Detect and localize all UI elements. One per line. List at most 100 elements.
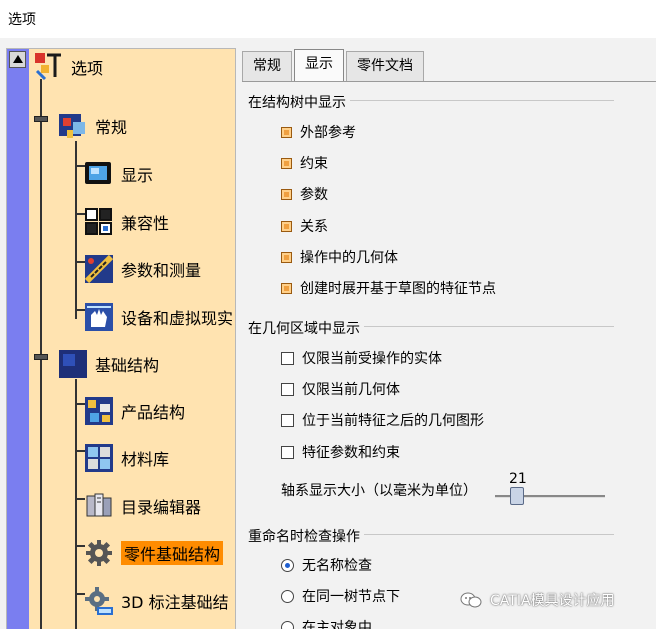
tree-item-catalog-editor[interactable]: 目录编辑器 bbox=[83, 490, 201, 522]
checkbox-relations[interactable]: 关系 bbox=[281, 216, 328, 236]
product-structure-icon bbox=[83, 395, 115, 427]
checkbox-unchecked-icon[interactable] bbox=[281, 413, 294, 427]
general-icon bbox=[57, 110, 89, 142]
tree-connector-line bbox=[75, 141, 77, 319]
checkbox-unchecked-icon[interactable] bbox=[281, 382, 294, 396]
checkbox-current-body[interactable]: 仅限当前几何体 bbox=[281, 379, 400, 399]
radio-unselected-icon[interactable] bbox=[281, 620, 294, 629]
radio-main-object[interactable]: 在主对象中 bbox=[281, 617, 372, 629]
tree-item-label: 零件基础结构 bbox=[121, 541, 224, 565]
tree-item-compatibility[interactable]: 兼容性 bbox=[83, 206, 169, 238]
display-icon bbox=[83, 158, 115, 190]
tree-item-part-infrastructure[interactable]: 零件基础结构 bbox=[83, 537, 224, 569]
checkbox-unchecked-icon[interactable] bbox=[281, 445, 294, 459]
tab-part-document[interactable]: 零件文档 bbox=[346, 51, 424, 81]
tree-item-display[interactable]: 显示 bbox=[83, 158, 153, 190]
tree-item-label: 目录编辑器 bbox=[121, 498, 202, 517]
option-label: 约束 bbox=[300, 156, 328, 172]
watermark-text: CATIA模具设计应用 bbox=[490, 593, 615, 609]
axis-size-text: 轴系显示大小（以毫米为单位） bbox=[281, 483, 477, 499]
tree-item-label: 3D 标注基础结 bbox=[121, 593, 229, 612]
options-icon bbox=[33, 51, 65, 83]
tree-item-label: 产品结构 bbox=[121, 403, 186, 422]
tree-item-label: 兼容性 bbox=[121, 214, 170, 233]
collapse-infrastructure-button[interactable] bbox=[34, 354, 48, 360]
tree-item-options[interactable]: 选项 bbox=[33, 51, 103, 83]
compatibility-icon bbox=[83, 206, 115, 238]
parameters-measure-icon bbox=[83, 253, 115, 285]
radio-unselected-icon[interactable] bbox=[281, 589, 294, 603]
radio-selected-icon[interactable] bbox=[281, 558, 294, 572]
option-label: 关系 bbox=[300, 219, 328, 235]
checkbox-geometry-after-current[interactable]: 位于当前特征之后的几何图形 bbox=[281, 410, 484, 430]
part-infrastructure-gear-icon bbox=[83, 537, 115, 569]
checkbox-checked-icon[interactable] bbox=[281, 126, 292, 138]
tree-item-parameters-measure[interactable]: 参数和测量 bbox=[83, 253, 201, 285]
radio-no-name-check[interactable]: 无名称检查 bbox=[281, 555, 372, 575]
tree-item-label: 显示 bbox=[121, 166, 154, 185]
axis-size-slider-thumb[interactable] bbox=[510, 487, 524, 505]
tab-display[interactable]: 显示 bbox=[294, 49, 344, 81]
catalog-editor-icon bbox=[83, 490, 115, 522]
tree-item-devices-vr[interactable]: 设备和虚拟现实 bbox=[83, 301, 233, 333]
option-label: 在同一树节点下 bbox=[302, 589, 400, 605]
checkbox-parameters[interactable]: 参数 bbox=[281, 184, 328, 204]
option-label: 操作中的几何体 bbox=[300, 250, 398, 266]
checkbox-checked-icon[interactable] bbox=[281, 157, 292, 169]
group-title-rename-check: 重命名时检查操作 bbox=[248, 526, 364, 546]
axis-size-value: 21 bbox=[509, 471, 527, 487]
axis-size-label: 轴系显示大小（以毫米为单位） bbox=[281, 480, 477, 500]
option-label: 仅限当前受操作的实体 bbox=[302, 351, 442, 367]
devices-vr-icon bbox=[83, 301, 115, 333]
window-title: 选项 bbox=[8, 12, 36, 28]
option-label: 在主对象中 bbox=[302, 620, 372, 629]
collapse-general-button[interactable] bbox=[34, 116, 48, 122]
watermark: CATIA模具设计应用 bbox=[460, 590, 615, 610]
tab-bar: 常规 显示 零件文档 bbox=[242, 49, 426, 81]
option-label: 无名称检查 bbox=[302, 558, 372, 574]
tree-item-product-structure[interactable]: 产品结构 bbox=[83, 395, 185, 427]
tree-item-infrastructure[interactable]: 基础结构 bbox=[57, 348, 159, 380]
annotation-3d-gear-icon bbox=[83, 585, 115, 617]
tree-item-label: 参数和测量 bbox=[121, 261, 202, 280]
tree-scrollbar[interactable] bbox=[7, 49, 29, 629]
tree-item-material-library[interactable]: 材料库 bbox=[83, 442, 169, 474]
option-label: 特征参数和约束 bbox=[302, 445, 400, 461]
tree-item-label: 选项 bbox=[71, 59, 104, 78]
radio-same-tree-node[interactable]: 在同一树节点下 bbox=[281, 586, 400, 606]
tree-item-label: 材料库 bbox=[121, 450, 170, 469]
checkbox-constraints[interactable]: 约束 bbox=[281, 153, 328, 173]
option-label: 参数 bbox=[300, 187, 328, 203]
checkbox-feature-parameters[interactable]: 特征参数和约束 bbox=[281, 442, 400, 462]
checkbox-current-operated-solid[interactable]: 仅限当前受操作的实体 bbox=[281, 348, 442, 368]
material-library-icon bbox=[83, 442, 115, 474]
checkbox-checked-icon[interactable] bbox=[281, 251, 292, 263]
checkbox-operated-body[interactable]: 操作中的几何体 bbox=[281, 247, 398, 267]
options-dialog: 选项 常规 显示 兼容性 参数和测量 设备和虚拟现实 基础结构 产品结构 材料库… bbox=[0, 38, 656, 629]
tab-general[interactable]: 常规 bbox=[242, 51, 292, 81]
tree-item-label: 设备和虚拟现实 bbox=[121, 309, 234, 328]
group-title-tree-display: 在结构树中显示 bbox=[248, 92, 350, 112]
option-label: 创建时展开基于草图的特征节点 bbox=[300, 281, 496, 297]
wechat-icon bbox=[460, 592, 482, 608]
option-label: 位于当前特征之后的几何图形 bbox=[302, 413, 484, 429]
infrastructure-icon bbox=[57, 348, 89, 380]
checkbox-checked-icon[interactable] bbox=[281, 220, 292, 232]
checkbox-checked-icon[interactable] bbox=[281, 188, 292, 200]
tab-divider bbox=[242, 81, 656, 82]
tree-item-label: 常规 bbox=[95, 118, 128, 137]
tree-item-annotation-3d[interactable]: 3D 标注基础结 bbox=[83, 585, 229, 617]
tree-item-general[interactable]: 常规 bbox=[57, 110, 127, 142]
checkbox-external-references[interactable]: 外部参考 bbox=[281, 122, 356, 142]
checkbox-expand-sketch-features[interactable]: 创建时展开基于草图的特征节点 bbox=[281, 278, 496, 298]
tree-connector-line bbox=[75, 379, 77, 629]
group-title-geometry-display: 在几何区域中显示 bbox=[248, 318, 364, 338]
option-label: 外部参考 bbox=[300, 125, 356, 141]
option-label: 仅限当前几何体 bbox=[302, 382, 400, 398]
tree-item-label: 基础结构 bbox=[95, 356, 160, 375]
checkbox-unchecked-icon[interactable] bbox=[281, 351, 294, 365]
checkbox-checked-icon[interactable] bbox=[281, 282, 292, 294]
scroll-up-arrow-icon[interactable] bbox=[9, 51, 26, 68]
options-tree: 选项 常规 显示 兼容性 参数和测量 设备和虚拟现实 基础结构 产品结构 材料库… bbox=[6, 48, 236, 629]
title-bar: 选项 bbox=[0, 0, 656, 38]
